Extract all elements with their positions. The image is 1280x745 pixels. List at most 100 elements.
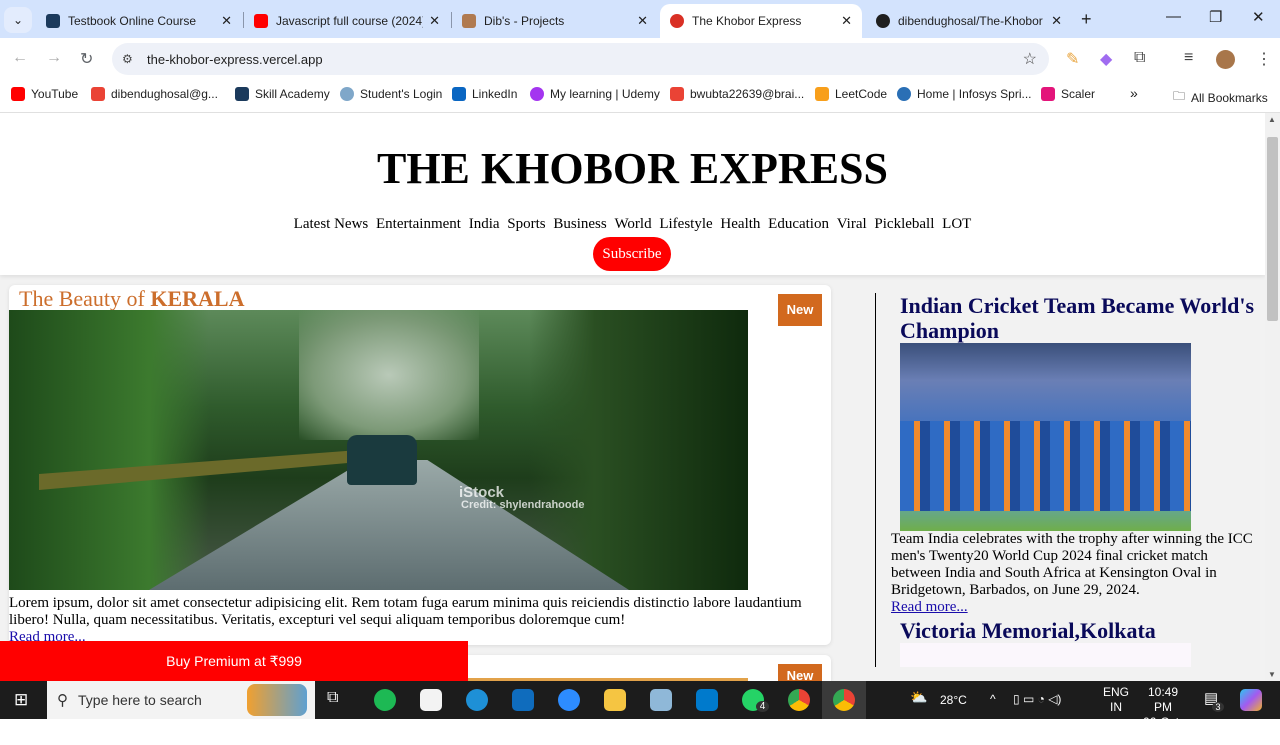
new-tab-button[interactable]: + [1081, 9, 1092, 30]
copilot-extension-icon[interactable]: ◆ [1100, 49, 1112, 69]
browser-toolbar: ← → ↻ ⚙ the-khobor-express.vercel.app ☆ … [0, 38, 1280, 80]
task-view-icon[interactable]: ⧉ [327, 689, 349, 711]
sidebar-headline[interactable]: Indian Cricket Team Became World's Champ… [900, 293, 1265, 343]
extensions-icon[interactable]: ⧉ [1134, 49, 1145, 67]
tab-github[interactable]: dibendughosal/The-Khobor ✕ [866, 4, 1072, 38]
chrome-active-app[interactable] [822, 681, 866, 719]
more-bookmarks-button[interactable]: » [1130, 85, 1138, 101]
vscode-icon[interactable] [696, 689, 718, 711]
forward-icon[interactable]: → [46, 49, 62, 67]
bookmark-skill-academy[interactable]: Skill Academy [235, 87, 330, 101]
chrome-icon[interactable] [788, 689, 810, 711]
bookmark-youtube[interactable]: YouTube [11, 87, 78, 101]
close-icon[interactable]: ✕ [637, 13, 648, 29]
nav-sports[interactable]: Sports [507, 216, 545, 232]
tab-javascript[interactable]: Javascript full course (2024) ✕ [244, 4, 450, 38]
sidebar-headline-2[interactable]: Victoria Memorial,Kolkata [900, 618, 1265, 643]
url-text[interactable]: the-khobor-express.vercel.app [147, 52, 323, 67]
kerala-road-image: iStock Credit: shylendrahoode [9, 310, 748, 590]
tab-khobor-express[interactable]: The Khobor Express ✕ [660, 4, 862, 38]
taskbar-search[interactable]: ⚲ Type here to search [47, 681, 315, 719]
site-header: THE KHOBOR EXPRESS Latest News Entertain… [0, 113, 1265, 275]
mail-icon[interactable] [512, 689, 534, 711]
reload-icon[interactable]: ↻ [80, 49, 93, 69]
new-badge: New [778, 294, 822, 326]
close-icon[interactable]: ✕ [221, 13, 232, 29]
buy-premium-button[interactable]: Buy Premium at ₹999 [0, 641, 468, 681]
close-icon[interactable]: ✕ [1051, 13, 1062, 29]
nav-business[interactable]: Business [553, 216, 606, 232]
zoom-icon[interactable] [558, 689, 580, 711]
read-more-link[interactable]: Read more... [891, 599, 968, 615]
victoria-memorial-image [900, 643, 1191, 667]
bookmark-udemy[interactable]: My learning | Udemy [530, 87, 660, 101]
windows-start-icon[interactable]: ⊞ [14, 690, 28, 710]
web-page: THE KHOBOR EXPRESS Latest News Entertain… [0, 113, 1265, 681]
bookmark-infosys[interactable]: Home | Infosys Spri... [897, 87, 1032, 101]
auto-rickshaw [347, 435, 417, 485]
all-bookmarks-button[interactable]: 🗀 All Bookmarks [1173, 87, 1268, 108]
clock[interactable]: 10:49 PM 06-Oct-24 [1138, 685, 1188, 745]
bookmark-gmail-2[interactable]: bwubta22639@brai... [670, 87, 804, 101]
bookmarks-bar: YouTube dibendughosal@g... Skill Academy… [0, 80, 1280, 113]
folder-icon: 🗀 [1173, 89, 1186, 103]
pen-extension-icon[interactable]: ✎ [1066, 49, 1079, 69]
nav-health[interactable]: Health [720, 216, 760, 232]
new-badge: New [778, 664, 822, 681]
nav-india[interactable]: India [469, 216, 500, 232]
tab-testbook[interactable]: Testbook Online Course ✕ [36, 4, 242, 38]
file-explorer-icon[interactable] [604, 689, 626, 711]
back-icon[interactable]: ← [12, 49, 28, 67]
notepad-icon[interactable] [650, 689, 672, 711]
subscribe-button[interactable]: Subscribe [593, 237, 671, 271]
article-description: Lorem ipsum, dolor sit amet consectetur … [9, 595, 802, 645]
testbook-icon [46, 14, 60, 28]
nav-pickleball[interactable]: Pickleball [874, 216, 934, 232]
tab-strip: ⌄ Testbook Online Course ✕ Javascript ful… [0, 0, 1280, 38]
weather-temp[interactable]: 28°C [940, 693, 967, 708]
article-title: The Beauty of KERALA [19, 286, 245, 311]
minimize-button[interactable]: — [1166, 8, 1181, 25]
whatsapp-badge: 4 [756, 701, 769, 712]
nav-entertainment[interactable]: Entertainment [376, 216, 461, 232]
nav-world[interactable]: World [614, 216, 651, 232]
tab-search-button[interactable]: ⌄ [4, 7, 32, 33]
address-bar[interactable]: ⚙ the-khobor-express.vercel.app ☆ [112, 43, 1049, 75]
language-indicator[interactable]: ENG IN [1103, 685, 1129, 715]
nav-viral[interactable]: Viral [837, 216, 867, 232]
weather-icon[interactable]: ⛅ [910, 689, 927, 706]
tray-chevron-icon[interactable]: ^ [990, 692, 996, 707]
spotify-icon[interactable] [374, 689, 396, 711]
bookmark-student-login[interactable]: Student's Login [340, 87, 442, 101]
tab-projects[interactable]: Dib's - Projects ✕ [452, 4, 658, 38]
scrollbar-thumb[interactable] [1267, 137, 1278, 321]
sidebar-description: Team India celebrates with the trophy af… [891, 531, 1253, 598]
bookmark-gmail[interactable]: dibendughosal@g... [91, 87, 218, 101]
profile-avatar[interactable] [1216, 50, 1235, 69]
page-scrollbar[interactable]: ▲ ▼ [1265, 113, 1280, 681]
bookmark-leetcode[interactable]: LeetCode [815, 87, 887, 101]
close-window-button[interactable]: ✕ [1252, 8, 1265, 26]
nav-lot[interactable]: LOT [942, 216, 971, 232]
site-info-icon[interactable]: ⚙ [122, 52, 133, 66]
bookmark-scaler[interactable]: Scaler [1041, 87, 1095, 101]
reading-list-icon[interactable]: ≡ [1184, 49, 1193, 67]
close-icon[interactable]: ✕ [429, 13, 440, 29]
github-icon [876, 14, 890, 28]
notification-badge: 3 [1212, 702, 1224, 712]
youtube-icon [254, 14, 268, 28]
tray-icons[interactable]: ▯ ▭ ◔ ◁) [1013, 692, 1061, 707]
microsoft-store-icon[interactable] [420, 689, 442, 711]
nav-menu: Latest News Entertainment India Sports B… [0, 216, 1265, 233]
bookmark-linkedin[interactable]: LinkedIn [452, 87, 517, 101]
restore-button[interactable]: ❐ [1209, 8, 1222, 26]
menu-icon[interactable]: ⋮ [1256, 49, 1272, 69]
windows-taskbar: ⊞ ⚲ Type here to search ⧉ 4 ⛅ 28°C ^ ▯ ▭… [0, 681, 1280, 744]
nav-latest-news[interactable]: Latest News [294, 216, 369, 232]
bookmark-star-icon[interactable]: ☆ [1023, 49, 1037, 69]
close-icon[interactable]: ✕ [841, 13, 852, 29]
copilot-icon[interactable] [1240, 689, 1262, 711]
nav-lifestyle[interactable]: Lifestyle [659, 216, 712, 232]
edge-icon[interactable] [466, 689, 488, 711]
nav-education[interactable]: Education [768, 216, 829, 232]
